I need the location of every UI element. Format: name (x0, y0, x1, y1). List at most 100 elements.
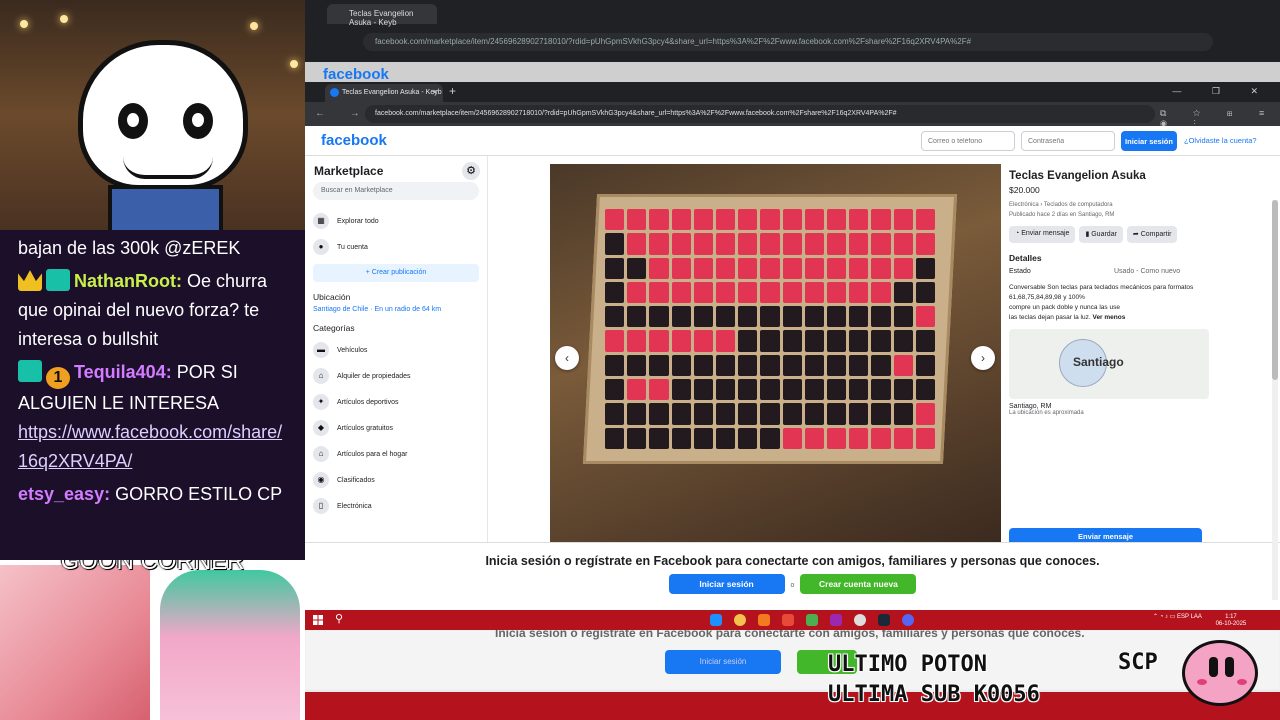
keycap (649, 403, 669, 425)
location-map[interactable]: Santiago (1009, 329, 1209, 399)
listing-description: Conversable Son teclas para teclados mec… (1009, 283, 1209, 323)
steam-icon[interactable] (878, 614, 890, 626)
previous-photo-button[interactable]: ‹ (555, 346, 579, 370)
see-less-link[interactable]: Ver menos (1092, 314, 1125, 321)
browser-tab[interactable]: Teclas Evangelion Asuka - Keyb ✕ (325, 84, 443, 102)
listing-price: $20.000 (1009, 185, 1040, 195)
sidebar-item-free[interactable]: ◆ Artículos gratuitos (313, 415, 479, 441)
chrome-icon[interactable] (734, 614, 746, 626)
app-icon[interactable] (830, 614, 842, 626)
stream-overlay-left: bajan de las 300k @zEREK NathanRoot: Oe … (0, 0, 305, 720)
keycap (827, 209, 847, 231)
create-account-button[interactable]: Crear cuenta nueva (800, 574, 917, 594)
firefox-icon[interactable] (758, 614, 770, 626)
share-button[interactable]: ➦ Compartir (1126, 226, 1178, 243)
app-icon[interactable] (806, 614, 818, 626)
keycap (627, 281, 647, 304)
keycap (605, 281, 625, 304)
listing-breadcrumb[interactable]: Electrónica › Teclados de computadora (1009, 200, 1209, 210)
listing-meta: Electrónica › Teclados de computadora Pu… (1009, 200, 1209, 220)
car-icon: ▬ (313, 342, 329, 358)
keycap (849, 306, 869, 328)
facebook-logo[interactable]: facebook (321, 132, 387, 149)
sidebar-item-account[interactable]: ● Tu cuenta (313, 234, 479, 260)
create-listing-button[interactable]: + Crear publicación (313, 264, 479, 282)
system-tray[interactable]: ⌃ ◔ ♪ ▭ ESP LAA 1:17 06-10-2025 (1153, 614, 1246, 628)
keycap (693, 233, 713, 255)
keycap (893, 427, 913, 449)
condition-value: Usado - Como nuevo (1114, 268, 1181, 275)
keycap (871, 233, 891, 255)
sub-badge-icon (46, 269, 70, 291)
discord-icon[interactable] (902, 614, 914, 626)
classified-icon: ◉ (313, 472, 329, 488)
forgot-account-link[interactable]: ¿Olvidaste la cuenta? (1184, 136, 1257, 145)
save-button[interactable]: ▮ Guardar (1079, 226, 1123, 243)
keycap (738, 330, 758, 352)
windows-taskbar: ⚲ ⌃ ◔ ♪ ▭ ESP LAA 1:17 06-10-2025 (305, 610, 1280, 630)
edge-icon[interactable] (710, 614, 722, 626)
store-icon: ▦ (313, 213, 329, 229)
keycap (827, 257, 847, 279)
tab-close-icon[interactable]: ✕ (431, 88, 438, 97)
keycap (716, 354, 736, 377)
keycap (782, 427, 802, 449)
sidebar-item-classifieds[interactable]: ◉ Clasificados (313, 467, 479, 493)
login-button[interactable]: Iniciar sesión (1121, 131, 1177, 151)
sidebar-item-home[interactable]: ⌂ Artículos para el hogar (313, 441, 479, 467)
chat-username: NathanRoot: (74, 271, 182, 291)
keycap (915, 427, 935, 449)
keycap (693, 306, 713, 328)
chat-message: etsy_easy: GORRO ESTILO CP (18, 480, 287, 509)
window-controls[interactable]: — ❐ ✕ (1172, 86, 1272, 97)
description-line: 61,68,75,84,89,98 y 100% (1009, 294, 1085, 301)
app-icon[interactable] (782, 614, 794, 626)
listing-photo[interactable]: ‹ › (550, 164, 1001, 542)
condition-row: Estado Usado - Como nuevo (1009, 268, 1209, 275)
keycap (649, 209, 669, 231)
keycap (760, 330, 780, 352)
description-line: Conversable Son teclas para teclados mec… (1009, 284, 1194, 291)
keycap (649, 354, 669, 377)
send-message-button[interactable]: ◔ Enviar mensaje (1009, 226, 1076, 243)
new-tab-button[interactable]: + (449, 84, 456, 98)
keycap (893, 379, 913, 401)
search-icon[interactable]: ⚲ (335, 612, 343, 625)
button-label: Compartir (1140, 231, 1172, 238)
marketplace-search-input[interactable]: Buscar en Marketplace (313, 182, 479, 200)
windows-start-icon[interactable] (313, 615, 323, 625)
gear-icon[interactable]: ⚙ (462, 162, 480, 180)
sidebar-item-electronics[interactable]: ▯ Electrónica (313, 493, 479, 519)
keycap (693, 403, 713, 425)
location-link[interactable]: Santiago de Chile · En un radio de 64 km (313, 306, 479, 313)
url-input[interactable]: facebook.com/marketplace/item/2456962890… (365, 105, 1155, 123)
keycap (671, 403, 691, 425)
next-photo-button[interactable]: › (971, 346, 995, 370)
sidebar-item-rentals[interactable]: ⌂ Alquiler de propiedades (313, 363, 479, 389)
keycap (738, 403, 758, 425)
keycap (671, 233, 691, 255)
sidebar-item-sports[interactable]: ✦ Artículos deportivos (313, 389, 479, 415)
email-field[interactable] (921, 131, 1015, 151)
chat-link[interactable]: https://www.facebook.com/share/16q2XRV4P… (18, 422, 282, 471)
sidebar-item-vehicles[interactable]: ▬ Vehículos (313, 337, 479, 363)
page-scrollbar[interactable] (1272, 200, 1278, 600)
keycap (738, 306, 758, 328)
sidebar-item-label: Clasificados (337, 476, 375, 484)
keycap (738, 354, 758, 377)
settings-icon[interactable] (854, 614, 866, 626)
network-icon: ⌃ ◔ ♪ ▭ (1153, 614, 1177, 620)
keycap (871, 330, 891, 352)
keycap (716, 281, 736, 304)
password-field[interactable] (1021, 131, 1115, 151)
banner-text: Inicia sesión o regístrate en Facebook p… (485, 554, 1100, 568)
keycap (915, 209, 935, 231)
sidebar-item-label: Artículos gratuitos (337, 424, 394, 432)
keycap (605, 257, 625, 279)
sidebar-item-explore[interactable]: ▦ Explorar todo (313, 208, 479, 234)
keycap (893, 209, 913, 231)
sidebar-title: Marketplace (314, 164, 384, 178)
anime-art-left (0, 565, 150, 720)
keycap (627, 209, 647, 231)
banner-login-button[interactable]: Iniciar sesión (668, 574, 785, 594)
